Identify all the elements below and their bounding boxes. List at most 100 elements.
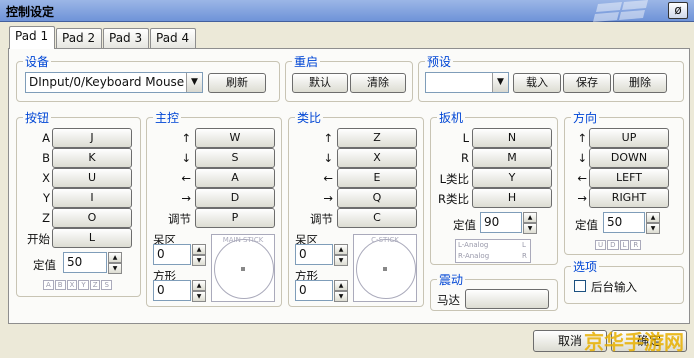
spin-up-icon[interactable]: ▲	[334, 244, 348, 255]
trigger-l-binding[interactable]: N	[472, 128, 552, 148]
clear-button[interactable]: 清除	[350, 73, 406, 93]
save-button[interactable]: 保存	[563, 73, 611, 93]
c-modifier-binding[interactable]: C	[337, 208, 417, 228]
c-square-input[interactable]: 0	[295, 280, 333, 301]
tab-pad4[interactable]: Pad 4	[150, 28, 196, 48]
preset-select[interactable]: ▼	[425, 72, 509, 93]
default-button[interactable]: 默认	[292, 73, 348, 93]
device-select[interactable]: DInput/0/Keyboard Mouse ▼	[25, 72, 203, 93]
main-stick-group: 主控 ↑ W ↓ S ← A → D 调节 P 呆区 0 ▲ ▼ 方形 0 ▲ …	[146, 109, 282, 307]
dropdown-arrow-icon[interactable]: ▼	[186, 73, 202, 92]
button-start-binding[interactable]: L	[52, 228, 132, 248]
button-y-binding[interactable]: I	[52, 188, 132, 208]
buttons-threshold-input[interactable]: 50	[63, 252, 107, 273]
controller-config-window: 控制设定 ø Pad 1 Pad 2 Pad 3 Pad 4 设备 DInput…	[0, 0, 694, 358]
dpad-right-label: →	[577, 191, 587, 205]
background-input-checkbox[interactable]	[574, 280, 586, 292]
c-stick-group: 类比 ↑ Z ↓ X ← E → Q 调节 C 呆区 0 ▲ ▼ 方形 0 ▲ …	[288, 109, 424, 307]
trigger-r-analog-binding[interactable]: H	[472, 188, 552, 208]
close-button[interactable]: ø	[668, 2, 688, 19]
button-start-label: 开始	[27, 232, 50, 246]
c-up-label: ↑	[323, 131, 333, 145]
triggers-group-title: 扳机	[437, 109, 466, 126]
c-deadzone-input[interactable]: 0	[295, 244, 333, 265]
dpad-left-binding[interactable]: LEFT	[589, 168, 669, 188]
main-square-input[interactable]: 0	[153, 280, 191, 301]
dpad-up-label: ↑	[577, 131, 587, 145]
spin-down-icon[interactable]: ▼	[646, 223, 660, 234]
trigger-l-analog-label: L类比	[439, 172, 469, 186]
tab-pad2[interactable]: Pad 2	[56, 28, 102, 48]
c-right-binding[interactable]: Q	[337, 188, 417, 208]
dpad-threshold-input[interactable]: 50	[603, 212, 645, 233]
spin-down-icon[interactable]: ▼	[334, 291, 348, 302]
c-stick-preview: C-STICK	[353, 234, 417, 302]
main-up-binding[interactable]: W	[195, 128, 275, 148]
dpad-group: 方向 ↑ UP ↓ DOWN ← LEFT → RIGHT 定值 50 ▲ ▼ …	[564, 109, 684, 255]
dpad-right-binding[interactable]: RIGHT	[589, 188, 669, 208]
triggers-group: 扳机 L N R M L类比 Y R类比 H 定值 90 ▲ ▼ L-Analo…	[430, 109, 558, 265]
main-right-label: →	[181, 191, 191, 205]
spin-up-icon[interactable]: ▲	[108, 252, 122, 263]
main-left-binding[interactable]: A	[195, 168, 275, 188]
spin-up-icon[interactable]: ▲	[646, 212, 660, 223]
main-modifier-label: 调节	[168, 212, 191, 226]
spin-up-icon[interactable]: ▲	[192, 244, 206, 255]
rumble-group-title: 震动	[437, 271, 466, 288]
spin-down-icon[interactable]: ▼	[192, 255, 206, 266]
options-group-title: 选项	[571, 258, 600, 275]
trigger-r-binding[interactable]: M	[472, 148, 552, 168]
c-down-binding[interactable]: X	[337, 148, 417, 168]
windows-logo-icon	[593, 0, 648, 22]
indicator-s: S	[101, 280, 112, 290]
watermark: 京华手游网	[584, 330, 684, 354]
indicator-a: A	[43, 280, 54, 290]
button-b-label: B	[42, 151, 50, 165]
restart-group: 重启 默认 清除	[285, 53, 413, 102]
motor-binding[interactable]	[465, 289, 549, 309]
rumble-group: 震动 马达	[430, 271, 558, 311]
refresh-button[interactable]: 刷新	[208, 73, 266, 93]
background-input-label: 后台输入	[591, 280, 637, 294]
main-stick-preview: MAIN STICK	[211, 234, 275, 302]
c-stick-group-title: 类比	[295, 109, 324, 126]
dpad-up-binding[interactable]: UP	[589, 128, 669, 148]
spin-down-icon[interactable]: ▼	[108, 263, 122, 274]
button-z-label: Z	[42, 211, 50, 225]
buttons-group: 按钮 A J B K X U Y I Z O 开始 L 定值 50 ▲ ▼ A …	[16, 109, 141, 297]
button-x-binding[interactable]: U	[52, 168, 132, 188]
c-up-binding[interactable]: Z	[337, 128, 417, 148]
main-deadzone-input[interactable]: 0	[153, 244, 191, 265]
dropdown-arrow-icon[interactable]: ▼	[492, 73, 508, 92]
dpad-indicator: U D L R	[595, 240, 642, 250]
spin-down-icon[interactable]: ▼	[192, 291, 206, 302]
spin-down-icon[interactable]: ▼	[334, 255, 348, 266]
main-down-binding[interactable]: S	[195, 148, 275, 168]
indicator-z: Z	[89, 280, 101, 290]
trigger-l-analog-binding[interactable]: Y	[472, 168, 552, 188]
button-a-binding[interactable]: J	[52, 128, 132, 148]
button-b-binding[interactable]: K	[52, 148, 132, 168]
triggers-threshold-input[interactable]: 90	[480, 212, 522, 233]
spin-up-icon[interactable]: ▲	[334, 280, 348, 291]
triggers-threshold-label: 定值	[453, 218, 476, 232]
r-analog-bar-label: R-Analog	[458, 252, 490, 260]
load-button[interactable]: 载入	[513, 73, 561, 93]
spin-down-icon[interactable]: ▼	[523, 223, 537, 234]
main-modifier-binding[interactable]: P	[195, 208, 275, 228]
indicator-b: B	[54, 280, 66, 290]
spin-up-icon[interactable]: ▲	[192, 280, 206, 291]
tab-pad1[interactable]: Pad 1	[9, 26, 55, 49]
dpad-down-binding[interactable]: DOWN	[589, 148, 669, 168]
r-digital-label: R	[522, 252, 527, 260]
main-up-label: ↑	[181, 131, 191, 145]
main-stick-group-title: 主控	[153, 109, 182, 126]
button-z-binding[interactable]: O	[52, 208, 132, 228]
c-left-binding[interactable]: E	[337, 168, 417, 188]
c-modifier-label: 调节	[310, 212, 333, 226]
spin-up-icon[interactable]: ▲	[523, 212, 537, 223]
device-value: DInput/0/Keyboard Mouse	[29, 75, 185, 89]
tab-pad3[interactable]: Pad 3	[103, 28, 149, 48]
main-right-binding[interactable]: D	[195, 188, 275, 208]
delete-button[interactable]: 删除	[613, 73, 667, 93]
